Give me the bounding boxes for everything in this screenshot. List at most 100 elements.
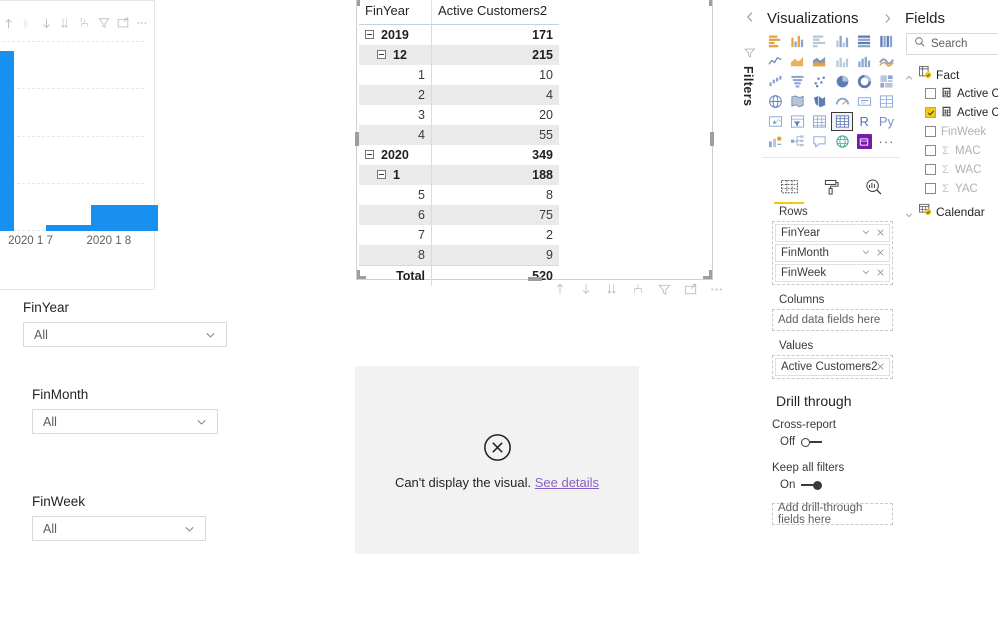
matrix-row[interactable]: 1 188 bbox=[359, 165, 559, 185]
matrix-row[interactable]: 6 75 bbox=[359, 205, 559, 225]
filter-icon[interactable] bbox=[656, 281, 672, 297]
chevron-down-icon[interactable] bbox=[204, 328, 217, 341]
matrix-row-label-cell[interactable]: 2 bbox=[359, 85, 432, 105]
focus-mode-icon[interactable] bbox=[114, 15, 131, 32]
cross-report-toggle[interactable]: Off bbox=[762, 431, 900, 448]
area-chart-icon[interactable] bbox=[787, 52, 808, 71]
format-tab[interactable] bbox=[818, 174, 844, 200]
pie-chart-icon[interactable] bbox=[831, 72, 852, 91]
matrix-value-cell[interactable]: 20 bbox=[432, 105, 560, 125]
expand-all-icon[interactable] bbox=[604, 281, 620, 297]
matrix-row-label-cell[interactable]: 12 bbox=[359, 45, 432, 65]
matrix-icon[interactable] bbox=[831, 112, 853, 131]
matrix-value-cell[interactable]: 171 bbox=[432, 25, 560, 46]
fields-table-calendar[interactable]: Calendar bbox=[900, 202, 998, 221]
matrix-value-cell[interactable]: 349 bbox=[432, 145, 560, 165]
slicer-finmonth[interactable]: FinMonth All bbox=[32, 387, 218, 434]
matrix-column-header-finyear[interactable]: FinYear bbox=[359, 0, 432, 25]
remove-field-icon[interactable] bbox=[876, 224, 885, 242]
resize-handle-right[interactable] bbox=[710, 132, 714, 146]
field-chip-active-customers2[interactable]: Active Customers2 bbox=[775, 358, 890, 376]
field-checkbox-checked[interactable] bbox=[925, 107, 936, 118]
bar-chart-visual[interactable]: 2020 1 6 2020 1 7 2020 1 8 FinWeek bbox=[0, 0, 158, 290]
fields-table-fact[interactable]: Fact bbox=[900, 65, 998, 84]
slicer-dropdown[interactable]: All bbox=[32, 409, 218, 434]
matrix-value-cell[interactable]: 4 bbox=[431, 85, 559, 105]
drill-down-toggle-icon[interactable] bbox=[19, 15, 36, 32]
100-stacked-bar-chart-icon[interactable] bbox=[854, 32, 875, 51]
field-row[interactable]: Active Cus bbox=[900, 103, 998, 122]
line-chart-icon[interactable] bbox=[765, 52, 786, 71]
python-visual-icon[interactable]: Py bbox=[876, 112, 897, 131]
stacked-column-chart-icon[interactable] bbox=[787, 32, 808, 51]
matrix-value-cell[interactable]: 9 bbox=[431, 245, 559, 266]
matrix-row[interactable]: 58 bbox=[359, 185, 559, 205]
field-row[interactable]: Σ WAC bbox=[900, 160, 998, 179]
rows-well[interactable]: FinYear FinMonth FinWeek bbox=[772, 221, 893, 285]
fields-tab[interactable] bbox=[774, 174, 804, 204]
card-icon[interactable] bbox=[854, 92, 875, 111]
expand-hierarchy-icon[interactable] bbox=[76, 15, 93, 32]
matrix-row-label-cell[interactable]: 5 bbox=[359, 185, 432, 205]
collapse-expander-icon[interactable] bbox=[377, 50, 386, 59]
keep-all-filters-toggle[interactable]: On bbox=[762, 474, 900, 491]
field-chip-finweek[interactable]: FinWeek bbox=[775, 264, 890, 282]
focus-mode-icon[interactable] bbox=[682, 281, 698, 297]
r-script-visual-icon[interactable]: R bbox=[854, 112, 875, 131]
collapse-expander-icon[interactable] bbox=[365, 30, 374, 39]
key-influencers-icon[interactable] bbox=[765, 132, 786, 151]
chevron-down-icon[interactable] bbox=[861, 224, 871, 242]
chevron-down-icon[interactable] bbox=[861, 264, 871, 282]
matrix-row[interactable]: 72 bbox=[359, 225, 559, 245]
chevron-down-icon[interactable] bbox=[861, 358, 871, 376]
slicer-dropdown[interactable]: All bbox=[32, 516, 206, 541]
matrix-row[interactable]: 24 bbox=[359, 85, 559, 105]
toggle-switch-off-icon[interactable] bbox=[801, 437, 823, 447]
filter-icon[interactable] bbox=[95, 15, 112, 32]
map-icon[interactable] bbox=[765, 92, 786, 111]
chevron-down-icon[interactable] bbox=[904, 207, 914, 217]
scatter-chart-icon[interactable] bbox=[809, 72, 830, 91]
stacked-area-chart-icon[interactable] bbox=[809, 52, 830, 71]
matrix-value-cell[interactable]: 75 bbox=[431, 205, 559, 225]
matrix-total-row[interactable]: Total 520 bbox=[359, 265, 559, 286]
resize-handle-bottom[interactable] bbox=[528, 277, 542, 281]
multi-row-card-icon[interactable] bbox=[876, 92, 897, 111]
visual-type-grid[interactable]: ▲ R Py ··· bbox=[762, 27, 900, 155]
field-row[interactable]: Active Cus bbox=[900, 84, 998, 103]
collapse-expander-icon[interactable] bbox=[377, 170, 386, 179]
drill-up-icon[interactable] bbox=[0, 15, 17, 32]
remove-field-icon[interactable] bbox=[876, 264, 885, 282]
matrix-row-label-cell[interactable]: 3 bbox=[359, 105, 432, 125]
more-options-icon[interactable] bbox=[708, 281, 724, 297]
paginated-report-icon[interactable] bbox=[854, 132, 875, 151]
drill-down-icon[interactable] bbox=[578, 281, 594, 297]
matrix-table-container[interactable]: FinYear Active Customers2 2019 171 12 215 1 1… bbox=[359, 0, 559, 286]
drill-down-icon[interactable] bbox=[38, 15, 55, 32]
waterfall-chart-icon[interactable] bbox=[765, 72, 786, 91]
matrix-row-label-cell[interactable]: 6 bbox=[359, 205, 432, 225]
bar-2020-1-8-b[interactable] bbox=[91, 205, 158, 231]
chevron-down-icon[interactable] bbox=[183, 522, 196, 535]
matrix-value-cell[interactable]: 55 bbox=[431, 125, 559, 145]
analytics-tab[interactable] bbox=[860, 174, 886, 200]
remove-field-icon[interactable] bbox=[876, 244, 885, 262]
slicer-finyear[interactable]: FinYear All bbox=[23, 300, 227, 347]
qna-icon[interactable] bbox=[809, 132, 830, 151]
100-stacked-column-chart-icon[interactable] bbox=[876, 32, 897, 51]
matrix-value-cell[interactable]: 188 bbox=[431, 165, 559, 185]
field-row[interactable]: Σ YAC bbox=[900, 179, 998, 198]
fields-list-fact[interactable]: Active Cus Active Cus FinWeek Σ MAC Σ WAC Σ YAC bbox=[900, 84, 998, 198]
chevron-right-icon[interactable] bbox=[881, 12, 894, 25]
donut-chart-icon[interactable] bbox=[854, 72, 875, 91]
more-visuals-icon[interactable]: ··· bbox=[876, 132, 897, 151]
values-well[interactable]: Active Customers2 bbox=[772, 355, 893, 379]
matrix-row[interactable]: 1 10 bbox=[359, 65, 559, 85]
matrix-row-label-cell[interactable]: 2020 bbox=[359, 145, 432, 165]
resize-handle-left[interactable] bbox=[355, 132, 359, 146]
slicer-finweek[interactable]: FinWeek All bbox=[32, 494, 206, 541]
matrix-value-cell[interactable]: 8 bbox=[432, 185, 560, 205]
expand-next-level-icon[interactable] bbox=[57, 15, 74, 32]
gauge-icon[interactable] bbox=[831, 92, 852, 111]
field-row[interactable]: FinWeek bbox=[900, 122, 998, 141]
